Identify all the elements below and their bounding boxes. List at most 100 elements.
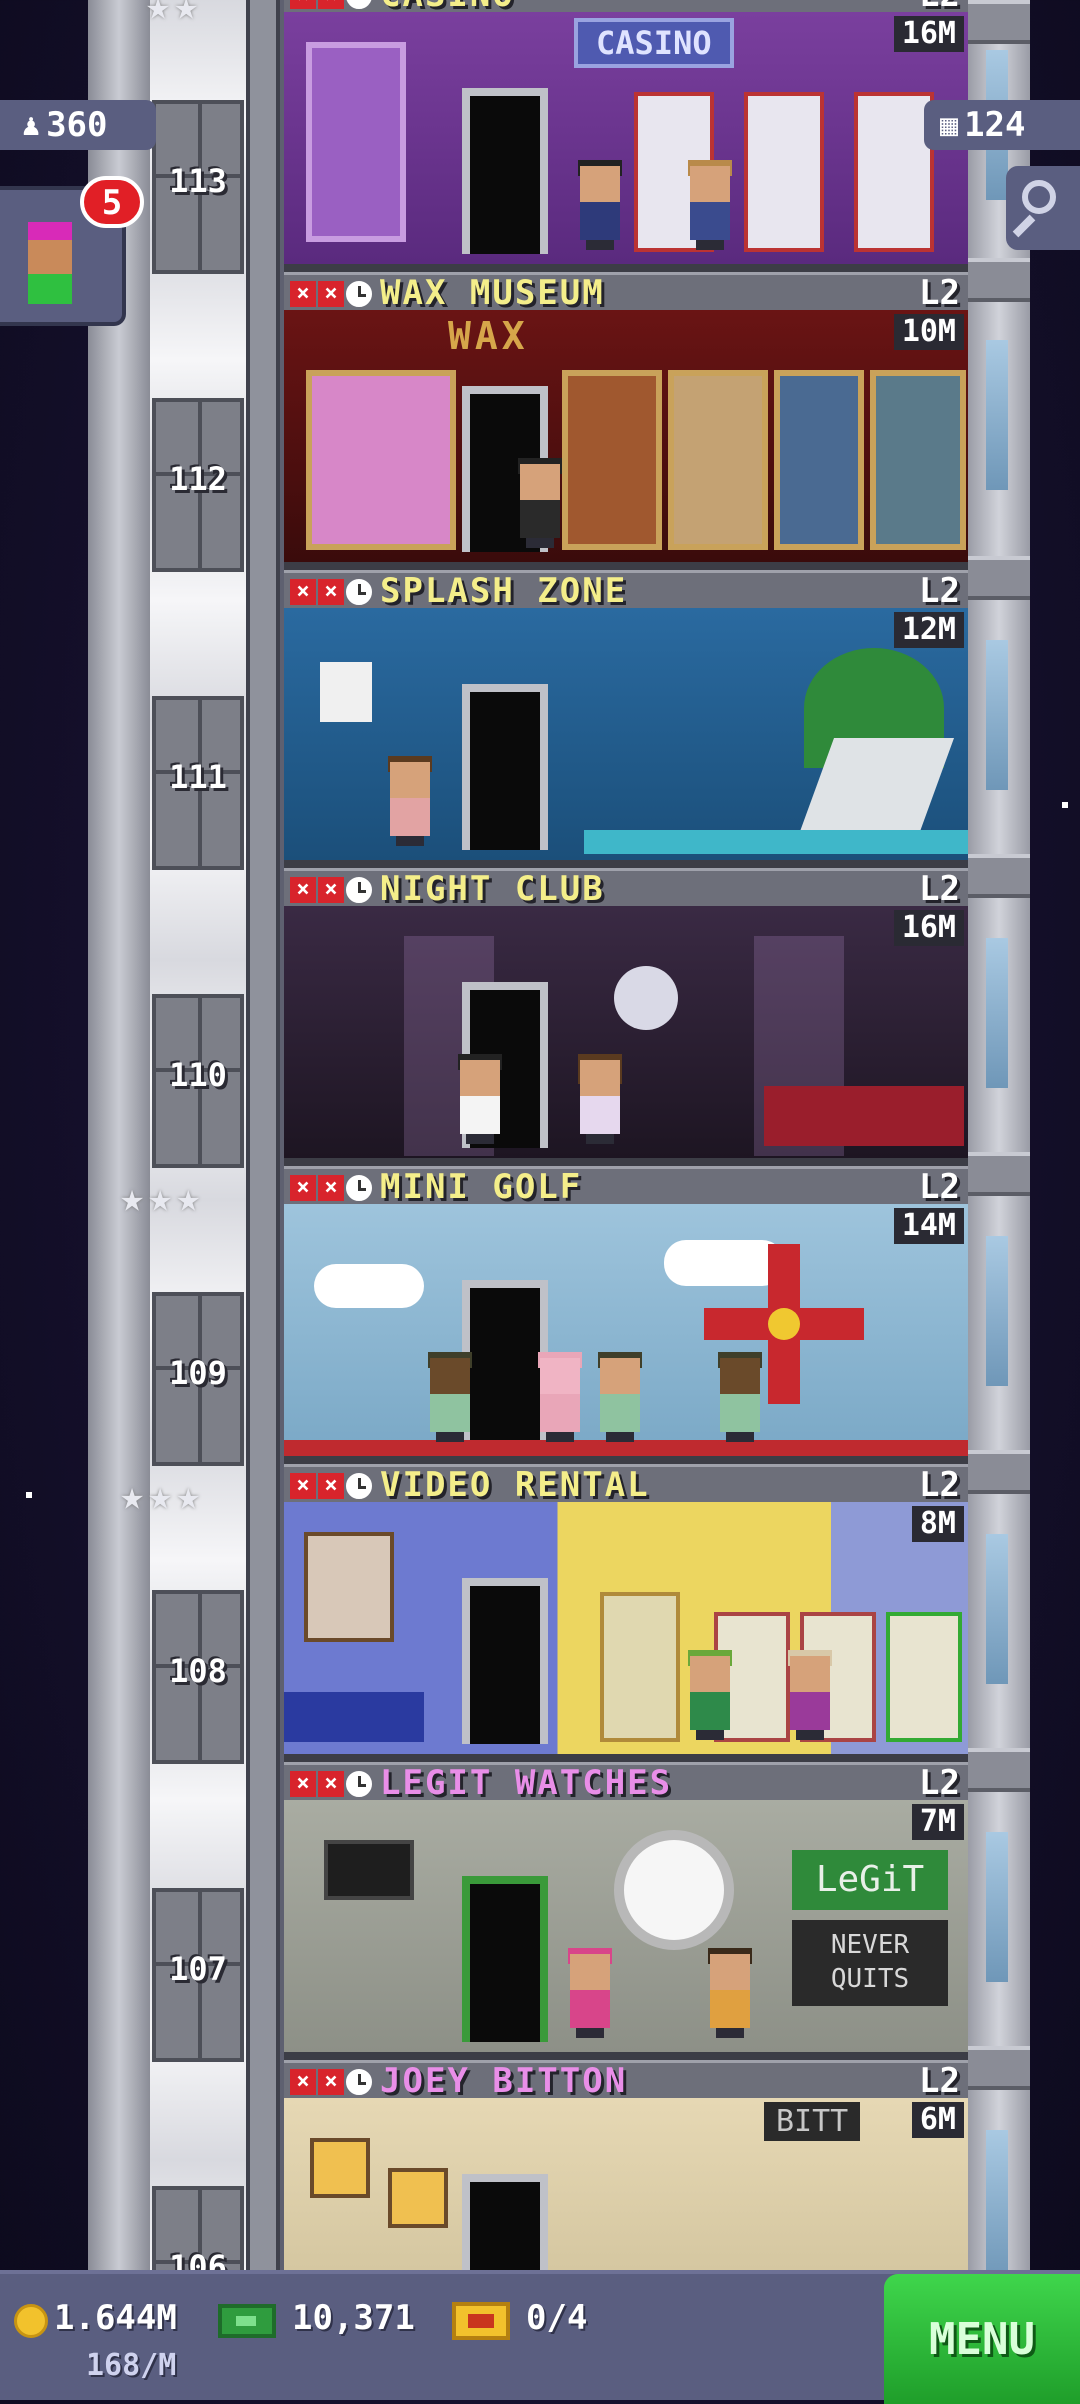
tickets-value[interactable]: 0/4 bbox=[526, 2298, 587, 2338]
floor-header: × × CASINO L2 bbox=[284, 0, 968, 15]
menu-button[interactable]: MENU bbox=[884, 2274, 1080, 2404]
clock-icon[interactable] bbox=[346, 1175, 372, 1201]
floor-name: MINI GOLF bbox=[380, 1167, 583, 1207]
remove-icon[interactable]: × bbox=[318, 579, 344, 605]
bux-total-value[interactable]: 10,371 bbox=[292, 2298, 415, 2338]
floor-name: JOEY BITTON bbox=[380, 2061, 628, 2101]
floor-room[interactable]: 10M WAX bbox=[284, 310, 968, 570]
floor-stars: ★ ★ ★ bbox=[120, 1476, 200, 1516]
floor-room[interactable]: 8M bbox=[284, 1502, 968, 1762]
wax-booth bbox=[306, 370, 456, 550]
remove-icon[interactable]: × bbox=[290, 1771, 316, 1797]
floor-level: L2 bbox=[919, 273, 960, 313]
remove-icon[interactable]: × bbox=[318, 0, 344, 9]
visitor-person[interactable] bbox=[564, 1948, 616, 2038]
remove-icon[interactable]: × bbox=[290, 579, 316, 605]
clock-icon[interactable] bbox=[346, 1771, 372, 1797]
shop-door bbox=[462, 88, 548, 254]
wax-booth bbox=[774, 370, 864, 550]
slot-machine bbox=[744, 92, 824, 252]
space-star bbox=[26, 1492, 32, 1498]
visitor-person[interactable] bbox=[424, 1352, 476, 1442]
never-quits-sign: NEVER QUITS bbox=[792, 1920, 948, 2006]
tower-window bbox=[986, 938, 1008, 1088]
visitor-person[interactable] bbox=[684, 160, 736, 250]
stock-badge: 8M bbox=[911, 1506, 964, 1542]
floor-number: 112 bbox=[169, 460, 227, 498]
remove-icon[interactable]: × bbox=[290, 0, 316, 9]
floor-number: 107 bbox=[169, 1950, 227, 1988]
visitor-person[interactable] bbox=[714, 1352, 766, 1442]
remove-icon[interactable]: × bbox=[290, 281, 316, 307]
visitor-person[interactable] bbox=[684, 1650, 736, 1740]
visitor-person[interactable] bbox=[574, 1054, 626, 1144]
floor-room[interactable]: 7M LeGiT NEVER QUITS bbox=[284, 1800, 968, 2060]
star-icon: ★ bbox=[120, 1473, 145, 1519]
remove-icon[interactable]: × bbox=[290, 2069, 316, 2095]
search-button[interactable] bbox=[1006, 166, 1080, 250]
clock-icon[interactable] bbox=[346, 877, 372, 903]
star-icon: ★ bbox=[148, 1473, 173, 1519]
visitor-person[interactable] bbox=[454, 1054, 506, 1144]
wax-booth bbox=[870, 370, 966, 550]
population-counter[interactable]: ♟ 360 bbox=[0, 100, 156, 150]
coins-value[interactable]: 1.644M bbox=[54, 2298, 177, 2338]
floor-legit-watches[interactable]: × × LEGIT WATCHES L2 7M LeGiT NEVER QUIT… bbox=[284, 1762, 968, 2060]
visitor-person[interactable] bbox=[574, 160, 626, 250]
bux-value: 124 bbox=[964, 105, 1026, 145]
floor-number: 108 bbox=[169, 1652, 227, 1690]
floor-splash-zone[interactable]: × × SPLASH ZONE L2 12M bbox=[284, 570, 968, 868]
giant-watch bbox=[614, 1830, 734, 1950]
floor-night-club[interactable]: × × NIGHT CLUB L2 16M bbox=[284, 868, 968, 1166]
floor-header: × × LEGIT WATCHES L2 bbox=[284, 1762, 968, 1803]
floor-level: L2 bbox=[919, 2061, 960, 2101]
remove-icon[interactable]: × bbox=[318, 877, 344, 903]
remove-icon[interactable]: × bbox=[290, 1473, 316, 1499]
floor-video-rental[interactable]: × × VIDEO RENTAL L2 8M bbox=[284, 1464, 968, 1762]
visitor-person[interactable] bbox=[594, 1352, 646, 1442]
floor-name: NIGHT CLUB bbox=[380, 869, 605, 909]
star-icon: ★ bbox=[146, 0, 171, 29]
casino-pillar bbox=[306, 42, 406, 242]
visitor-person[interactable] bbox=[784, 1650, 836, 1740]
clock-icon[interactable] bbox=[346, 579, 372, 605]
slot-machine bbox=[854, 92, 934, 252]
remove-icon[interactable]: × bbox=[318, 1771, 344, 1797]
remove-icon[interactable]: × bbox=[290, 1175, 316, 1201]
visitor-person[interactable] bbox=[514, 458, 566, 548]
floor-room[interactable]: 12M bbox=[284, 608, 968, 868]
search-icon bbox=[1022, 180, 1056, 214]
clock-icon[interactable] bbox=[346, 2069, 372, 2095]
arcade-cabinet bbox=[600, 1592, 680, 1742]
stock-badge: 12M bbox=[893, 612, 964, 648]
clock-icon[interactable] bbox=[346, 281, 372, 307]
bux-counter[interactable]: ▦ 124 bbox=[924, 100, 1080, 150]
legit-sign: LeGiT bbox=[792, 1850, 948, 1910]
floor-level: L2 bbox=[919, 1167, 960, 1207]
wax-booth bbox=[668, 370, 768, 550]
remove-icon[interactable]: × bbox=[290, 877, 316, 903]
visitor-person[interactable] bbox=[384, 756, 436, 846]
visitor-person[interactable] bbox=[534, 1352, 586, 1442]
stock-badge: 7M bbox=[911, 1804, 964, 1840]
floor-mini-golf[interactable]: × × MINI GOLF L2 14M bbox=[284, 1166, 968, 1464]
floor-room[interactable]: 16M CASINO bbox=[284, 12, 968, 272]
clock-icon[interactable] bbox=[346, 0, 372, 9]
floor-casino[interactable]: × × CASINO L2 16M CASINO bbox=[284, 0, 968, 272]
remove-icon[interactable]: × bbox=[318, 281, 344, 307]
remove-icon[interactable]: × bbox=[318, 2069, 344, 2095]
visitor-person[interactable] bbox=[704, 1948, 756, 2038]
clock-icon[interactable] bbox=[346, 1473, 372, 1499]
floor-level: L2 bbox=[919, 869, 960, 909]
search-icon-handle bbox=[1012, 214, 1036, 238]
floor-wax-museum[interactable]: × × WAX MUSEUM L2 10M WAX bbox=[284, 272, 968, 570]
person-icon: ♟ bbox=[22, 107, 41, 143]
framed-picture bbox=[310, 2138, 370, 2198]
floor-room[interactable]: 14M bbox=[284, 1204, 968, 1464]
tower-window bbox=[986, 1236, 1008, 1386]
tower-window bbox=[986, 2130, 1008, 2280]
floor-room[interactable]: 16M bbox=[284, 906, 968, 1166]
stock-badge: 6M bbox=[911, 2102, 964, 2138]
remove-icon[interactable]: × bbox=[318, 1175, 344, 1201]
remove-icon[interactable]: × bbox=[318, 1473, 344, 1499]
